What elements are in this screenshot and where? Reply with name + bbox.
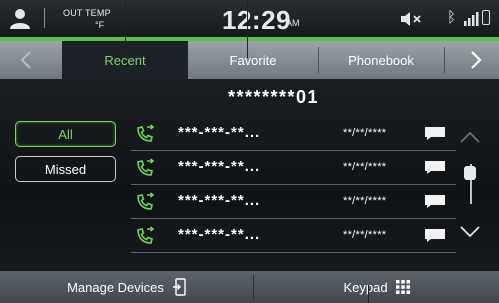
manage-devices-button[interactable]: Manage Devices [0,271,253,303]
call-number: ***-***-**... [178,124,261,141]
bluetooth-icon: ᛒ [447,9,457,26]
outgoing-call-icon [137,124,155,142]
mute-icon [401,12,421,26]
call-list-item[interactable]: ***-***-**... **/**/**** [131,185,456,219]
callout-line [125,0,126,58]
phone-screen: OUT TEMP °F 12:29 AM ᛒ Recent Favorite P… [0,0,499,303]
message-icon[interactable] [424,126,446,141]
outgoing-call-icon [137,192,155,210]
filter-missed-button[interactable]: Missed [15,156,116,182]
tab-bar: Recent Favorite Phonebook [0,41,499,79]
device-name: ********01 [227,87,320,107]
call-list-item[interactable]: ***-***-**... **/**/**** [131,117,456,151]
message-icon[interactable] [424,228,446,243]
filter-all-button[interactable]: All [15,121,116,147]
status-divider [44,8,45,28]
call-date: **/**/**** [343,127,387,139]
device-switch-icon [172,278,186,296]
recent-calls-panel: ********01 All Missed ***-***-**... **/*… [0,79,499,271]
chevron-left-icon [20,51,31,69]
tab-divider [444,47,445,73]
chevron-right-icon [470,51,482,69]
status-bar: OUT TEMP °F 12:29 AM ᛒ [0,0,499,37]
tab-phonebook[interactable]: Phonebook [318,41,444,79]
tab-next-button[interactable] [452,41,499,79]
call-number: ***-***-**... [178,192,261,209]
phone-battery-icon [482,10,490,25]
message-icon[interactable] [424,160,446,175]
call-number: ***-***-**... [178,158,261,175]
clock-ampm: AM [286,18,300,28]
call-list-item[interactable]: ***-***-**... **/**/**** [131,151,456,185]
call-list-item[interactable]: ***-***-**... **/**/**** [131,219,456,253]
bottom-bar: Manage Devices Keypad [0,271,499,303]
keypad-label: Keypad [343,279,388,295]
outside-temp-unit: °F [95,20,105,30]
signal-strength-icon [464,12,479,26]
outside-temp-label: OUT TEMP [63,8,111,18]
call-date: **/**/**** [343,161,387,173]
call-date: **/**/**** [343,229,387,241]
outgoing-call-icon [137,226,155,244]
callout-line [368,285,369,303]
message-icon[interactable] [424,194,446,209]
tab-prev-button[interactable] [0,41,52,79]
keypad-button[interactable]: Keypad [254,271,499,303]
clock-time: 12:29 [222,5,291,35]
keypad-grid-icon [395,280,410,294]
call-number: ***-***-**... [178,226,261,243]
scroll-down-button[interactable] [458,224,482,240]
callout-line [247,0,248,58]
manage-devices-label: Manage Devices [67,279,164,295]
tab-favorite[interactable]: Favorite [188,41,318,79]
scroll-up-button[interactable] [458,129,482,145]
call-date: **/**/**** [343,195,387,207]
outgoing-call-icon [137,158,155,176]
scrollbar-thumb[interactable] [464,166,476,180]
user-profile-icon[interactable] [8,7,32,29]
